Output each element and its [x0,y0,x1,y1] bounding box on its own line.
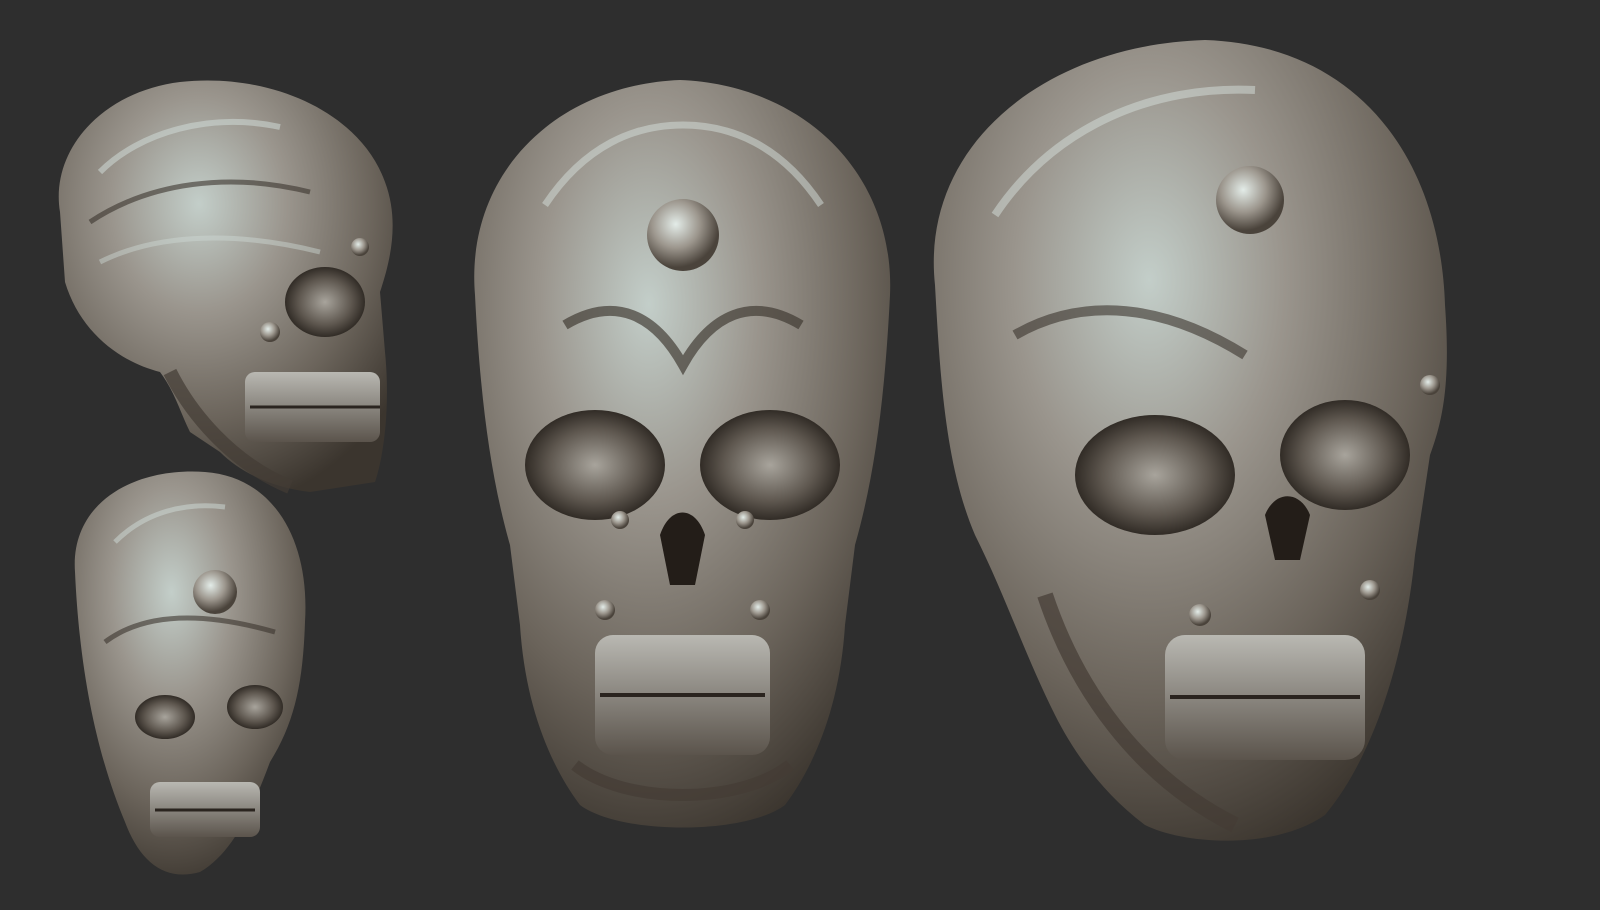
ornament-bead [750,600,770,620]
ornament-bead [595,600,615,620]
ornament-bead [260,322,280,342]
ornate-skull-side-view [40,72,410,512]
skull-top-render [74,471,306,875]
ornament-bead [1360,580,1380,600]
ornament-bead [611,511,629,529]
forehead-orb [193,570,237,614]
right-eye-socket [700,410,840,520]
ornate-skull-three-quarter-view [905,35,1485,860]
eye-socket [285,267,365,337]
forehead-orb [647,199,719,271]
ornate-skull-top-view [55,462,320,892]
left-eye-socket [525,410,665,520]
sculpt-viewport [0,0,1600,910]
ornament-bead [351,238,369,256]
ornate-skull-front-view [455,65,910,845]
ornament-bead [736,511,754,529]
ornament-bead [1189,604,1211,626]
left-eye-socket [1075,415,1235,535]
skull-front-render [474,80,891,828]
right-eye-socket [1280,400,1410,510]
ornament-bead [1420,375,1440,395]
eye-socket [135,695,195,739]
forehead-orb [1216,166,1284,234]
eye-socket [227,685,283,729]
skull-side-render [58,80,393,494]
skull-three-quarter-render [933,40,1447,841]
